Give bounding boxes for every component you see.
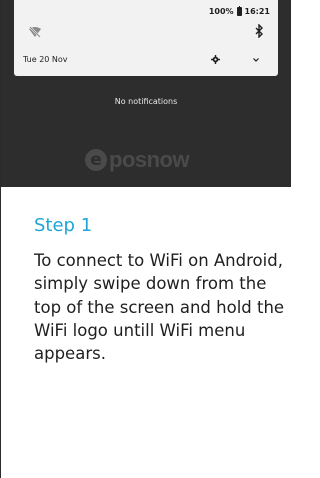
eposnow-logo: e posnow <box>85 144 211 176</box>
date-row: Tue 20 Nov <box>14 52 278 70</box>
battery-icon <box>236 5 242 16</box>
step-instructions: To connect to WiFi on Android, simply sw… <box>34 251 285 364</box>
expand-icon[interactable] <box>252 56 260 64</box>
wifi-off-icon[interactable] <box>28 26 42 38</box>
settings-icon[interactable] <box>211 55 220 64</box>
tutorial-card: 100% 16:21 Tue 20 Nov No notifications e… <box>0 0 291 478</box>
logo-wordmark: posnow <box>109 147 190 172</box>
bluetooth-icon[interactable] <box>254 24 264 38</box>
status-bar: 100% 16:21 <box>209 5 270 17</box>
date-label: Tue 20 Nov <box>23 55 68 64</box>
phone-screenshot: 100% 16:21 Tue 20 Nov No notifications e… <box>1 0 291 187</box>
status-time: 16:21 <box>244 6 270 16</box>
quick-tiles-row <box>14 18 278 48</box>
logo-mark: e <box>85 149 107 171</box>
no-notifications-text: No notifications <box>114 97 178 106</box>
battery-percentage: 100% <box>208 6 234 16</box>
quick-settings-panel[interactable]: 100% 16:21 Tue 20 Nov <box>14 0 278 76</box>
step-title: Step 1 <box>34 215 93 236</box>
